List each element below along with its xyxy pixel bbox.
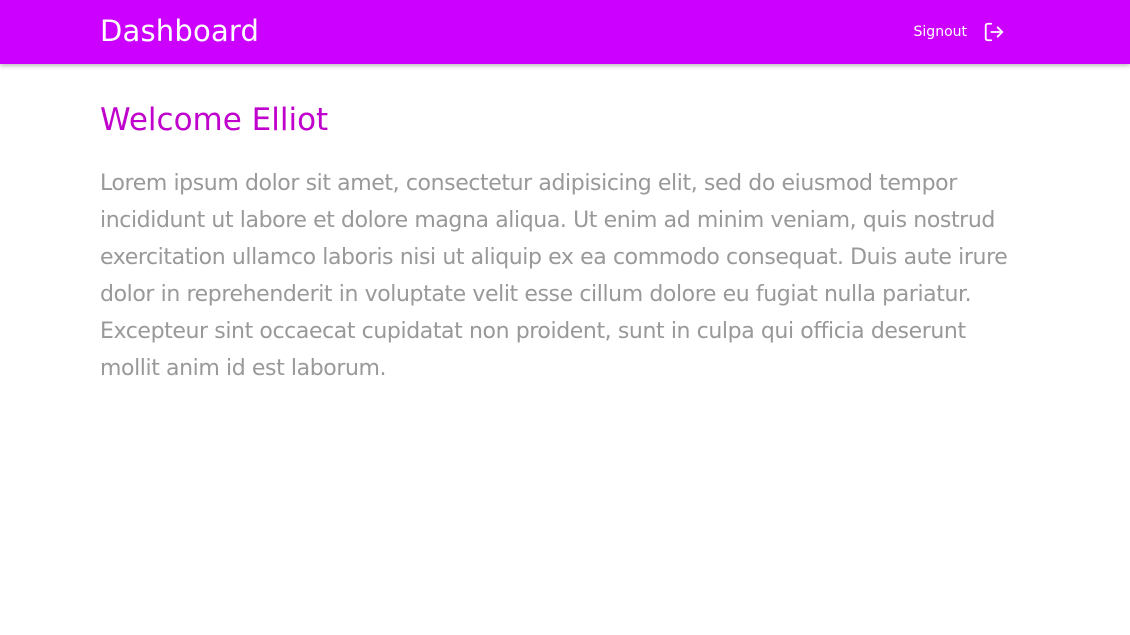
welcome-heading: Welcome Elliot xyxy=(100,102,329,138)
app-title: Dashboard xyxy=(100,14,260,48)
logout-icon xyxy=(983,21,1005,43)
intro-paragraph: Lorem ipsum dolor sit amet, consectetur … xyxy=(100,171,1008,381)
signout-button[interactable]: Signout xyxy=(914,19,1005,45)
signout-label: Signout xyxy=(913,24,967,40)
top-app-bar: Dashboard Signout xyxy=(0,0,1130,64)
main-content: Welcome Elliot Lorem ipsum dolor sit ame… xyxy=(100,96,1040,387)
